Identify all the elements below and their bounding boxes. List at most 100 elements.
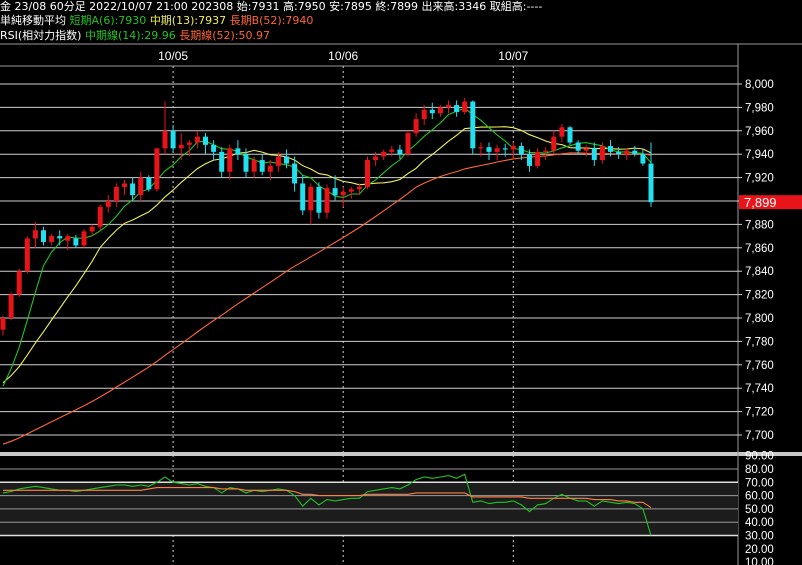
candle-body [421,109,427,120]
candle-body [113,186,119,201]
candle-body [211,144,217,152]
candle-body [300,183,306,211]
price-tick-label: 7,700 [745,430,774,442]
rsi-tick-label: 10.00 [745,557,774,565]
candle-body [454,105,460,113]
candle-body [413,119,419,134]
candle-body [616,151,622,155]
candle-body [162,130,168,149]
candle-body [397,149,403,155]
date-label: 10/07 [498,49,528,63]
price-tick-label: 7,800 [745,313,774,325]
candle-body [89,226,95,232]
candle-body [275,156,281,166]
candle-body [470,101,476,149]
candle-body [518,146,524,155]
candle-body [429,109,435,114]
candle-body [219,151,225,172]
candle-body [608,146,613,152]
candle-body [486,147,492,152]
date-label: 10/05 [158,49,188,63]
rsi-tick-label: 20.00 [745,544,774,556]
candle-body [292,163,298,184]
candle-body [170,130,176,149]
price-tick-label: 8,000 [745,79,774,91]
price-tick-label: 7,840 [745,266,774,278]
price-tick-label: 7,720 [745,407,774,419]
candle-body [567,127,573,143]
price-tick-label: 7,880 [745,219,774,231]
candle-body [551,136,557,151]
candle-body [57,236,63,239]
candle-body [130,183,136,196]
candle-body [97,206,103,227]
chart-canvas: 10/05 10/06 10/07 8,000 7,980 7,960 7,940 7,92… [0,43,802,565]
candle-body [502,148,508,150]
candle-body [235,148,241,155]
candle-body [365,160,370,187]
candle-body [81,231,87,246]
candle-body [308,186,314,211]
candle-body [437,107,443,114]
candle-body [648,163,654,203]
candle-body [49,236,55,242]
candle-body [16,271,22,295]
candle-body [340,191,346,196]
candle-body [65,236,71,241]
candle-body [381,151,387,157]
candle-body [24,238,30,272]
candle-body [478,147,484,149]
candle-body [332,188,338,196]
candle-body [251,160,257,172]
price-tick-label: 7,920 [745,173,774,185]
rsi-tick-label: 30.00 [745,531,774,543]
ma-mid-line [2,126,652,384]
rsi-tick-label: 80.00 [745,464,774,476]
candle-body [227,148,233,172]
rsi-tick-label: 40.00 [745,517,774,529]
candle-body [389,149,395,152]
candle-body [316,186,322,213]
candle-body [373,156,379,161]
rsi-tick-label: 60.00 [745,491,774,503]
candle-body [348,189,354,192]
candle-body [8,294,14,318]
last-price-tag: 7,899 [739,195,802,210]
price-tick-label: 7,980 [745,102,774,114]
price-tick-label: 7,940 [745,149,774,161]
price-tick-label: 7,740 [745,383,774,395]
candle-body [178,144,184,149]
candle-body [194,136,200,143]
candle-body [243,154,249,172]
candle-body [324,188,330,213]
price-tick-label: 7,860 [745,243,774,255]
candle-body [356,186,362,190]
candle-body [632,150,638,155]
candle-body [591,148,597,161]
candle-body [138,177,144,196]
candle-body [535,151,541,166]
candle-body [105,201,111,207]
date-axis: 10/05 10/06 10/07 [158,49,529,63]
candle-body [543,150,549,152]
candle-body [146,177,152,190]
candle-body [559,127,565,137]
candle-body [446,105,451,108]
candle-body [640,154,646,164]
candle-body [527,154,532,166]
candle-body [41,230,46,242]
candle-body [122,183,127,187]
candle-body [462,101,468,113]
candle-body [267,165,273,172]
rsi-tick-label: 90.00 [745,451,774,463]
candle-body [186,142,192,145]
rsi-axis: 90.0080.0070.00 60.0050.0040.00 30.0020.00… [745,451,774,565]
candle-body [575,142,581,151]
candle-body [73,238,79,246]
candle-body [154,148,160,190]
candle-body [583,148,589,151]
last-price-label: 7,899 [744,195,777,210]
panel-divider [0,452,802,456]
candlesticks [0,98,654,336]
candle-body [494,148,500,152]
